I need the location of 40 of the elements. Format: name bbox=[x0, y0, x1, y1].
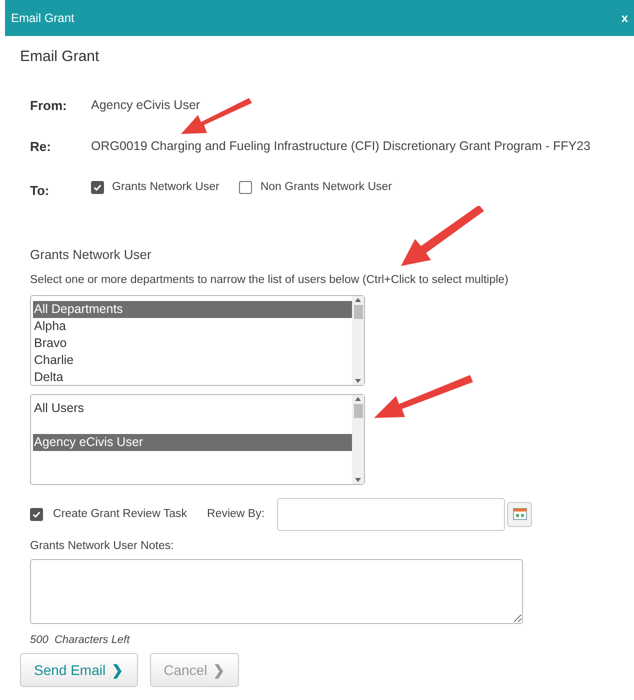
scroll-down-icon bbox=[355, 478, 361, 482]
checkbox-label: Create Grant Review Task bbox=[53, 506, 188, 522]
scroll-down-icon bbox=[355, 379, 361, 384]
scrollbar-thumb[interactable] bbox=[354, 305, 362, 320]
checkbox-label: Non Grants Network User bbox=[260, 180, 392, 195]
checkmark-icon bbox=[93, 183, 102, 192]
checkbox[interactable] bbox=[91, 181, 104, 194]
field-label: To: bbox=[30, 182, 50, 200]
scrollbar[interactable] bbox=[352, 296, 364, 386]
section-title: Grants Network User bbox=[30, 246, 152, 264]
calendar-button[interactable] bbox=[507, 502, 532, 527]
list-item[interactable]: Bravo bbox=[33, 335, 352, 352]
field-value: Agency eCivis User bbox=[91, 97, 200, 114]
send-button[interactable]: Send Email ❯ bbox=[20, 653, 138, 687]
list-item[interactable]: Agency eCivis User bbox=[33, 434, 352, 452]
list-item[interactable]: Delta bbox=[33, 369, 352, 386]
calendar-icon bbox=[512, 508, 527, 520]
dialog-heading: Email Grant bbox=[20, 47, 100, 67]
list-item[interactable]: All Users bbox=[33, 400, 352, 418]
character-counter: 500 Characters Left bbox=[30, 632, 131, 648]
list-item[interactable]: Alpha bbox=[33, 318, 352, 336]
instructions-text: Select one or more departments to narrow the list of users below (Ctrl+Click to select multiple) bbox=[30, 273, 510, 288]
field-label: Review By: bbox=[207, 506, 266, 522]
scrollbar[interactable] bbox=[352, 395, 364, 484]
checkbox-label: Grants Network User bbox=[112, 180, 220, 195]
date-field[interactable] bbox=[277, 498, 506, 531]
list-item[interactable]: Charlie bbox=[33, 352, 352, 370]
window-title: Email Grant bbox=[11, 10, 74, 27]
list-item[interactable]: All Departments bbox=[33, 301, 352, 318]
scroll-up-icon bbox=[355, 298, 361, 302]
notes-field[interactable] bbox=[30, 558, 523, 624]
scroll-up-icon bbox=[355, 397, 361, 402]
scrollbar-thumb[interactable] bbox=[354, 404, 362, 418]
checkbox[interactable] bbox=[30, 508, 43, 521]
checkmark-icon bbox=[32, 510, 41, 519]
field-label: Re: bbox=[30, 138, 52, 156]
field-value: ORG0019 Charging and Fueling Infrastructure (CFI) Discretionary Grant Program - FFY23 bbox=[91, 138, 590, 156]
checkbox[interactable] bbox=[239, 181, 252, 194]
field-label: From: bbox=[30, 96, 68, 115]
field-label: Grants Network User Notes: bbox=[30, 539, 175, 554]
